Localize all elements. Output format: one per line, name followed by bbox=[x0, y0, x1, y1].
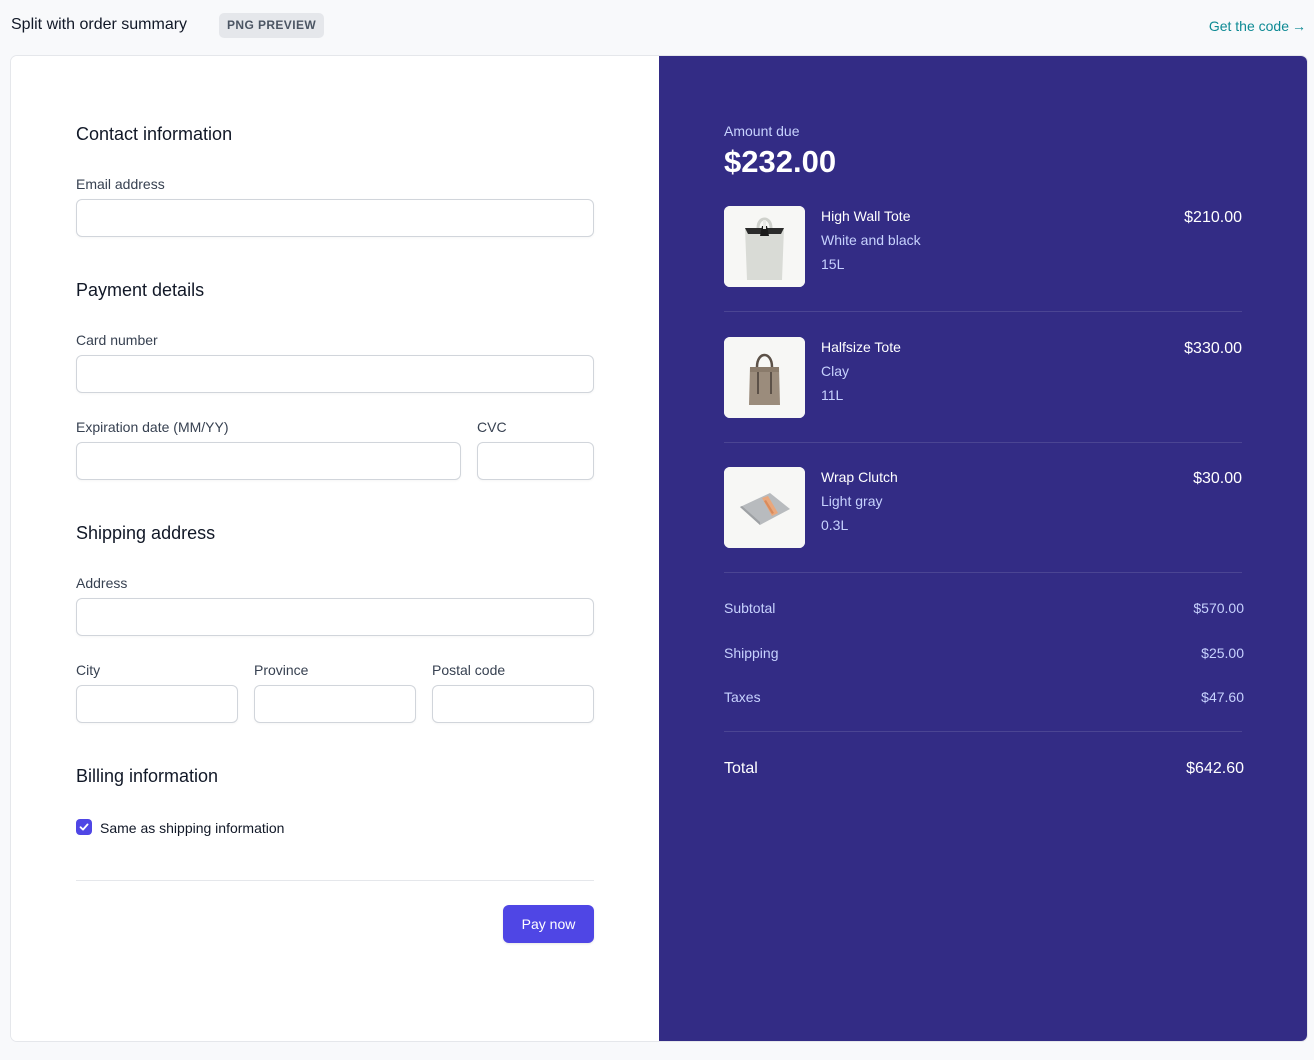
expiration-date-label: Expiration date (MM/YY) bbox=[76, 419, 229, 435]
expiration-date-field[interactable] bbox=[76, 442, 461, 480]
address-field[interactable] bbox=[76, 598, 594, 636]
taxes-value: $47.60 bbox=[1201, 689, 1244, 705]
get-code-label: Get the code bbox=[1208, 18, 1289, 34]
subtotal-value: $570.00 bbox=[1193, 600, 1244, 616]
email-field[interactable] bbox=[76, 199, 594, 237]
amount-due-label: Amount due bbox=[724, 123, 800, 139]
product-image-gray-clutch bbox=[724, 467, 805, 548]
item-divider bbox=[724, 572, 1242, 573]
item-size: 0.3L bbox=[821, 517, 849, 533]
billing-section-title: Billing information bbox=[76, 766, 219, 786]
total-label: Total bbox=[724, 760, 758, 777]
payment-section-title: Payment details bbox=[76, 280, 205, 300]
page-title: Split with order summary bbox=[11, 16, 188, 33]
province-label: Province bbox=[254, 662, 309, 678]
shipping-value: $25.00 bbox=[1201, 645, 1244, 661]
postal-code-field[interactable] bbox=[432, 685, 594, 723]
item-size: 11L bbox=[821, 387, 844, 403]
card-number-label: Card number bbox=[76, 332, 158, 348]
order-summary: Amount due $232.00 High Wall Tote White … bbox=[659, 56, 1307, 1041]
product-image-clay-tote bbox=[724, 337, 805, 418]
top-bar: Split with order summary PNG PREVIEW Get… bbox=[0, 0, 1314, 52]
item-price: $330.00 bbox=[1184, 340, 1242, 357]
taxes-label: Taxes bbox=[724, 689, 761, 705]
list-item: High Wall Tote White and black 15L $210.… bbox=[724, 206, 1242, 287]
get-code-link[interactable]: Get the code → bbox=[1209, 18, 1306, 34]
total-value: $642.60 bbox=[1186, 760, 1244, 777]
amount-due-value: $232.00 bbox=[724, 144, 837, 179]
item-variant: Light gray bbox=[821, 493, 883, 509]
item-variant: White and black bbox=[821, 232, 921, 248]
item-divider bbox=[724, 442, 1242, 443]
same-as-shipping-checkbox[interactable] bbox=[76, 819, 92, 835]
totals-divider bbox=[724, 731, 1242, 732]
province-field[interactable] bbox=[254, 685, 416, 723]
address-label: Address bbox=[76, 575, 128, 591]
pay-now-button[interactable]: Pay now bbox=[503, 905, 594, 943]
clutch-icon bbox=[724, 467, 805, 548]
card-number-field[interactable] bbox=[76, 355, 594, 393]
list-item: Halfsize Tote Clay 11L $330.00 bbox=[724, 337, 1242, 418]
city-label: City bbox=[76, 662, 101, 678]
item-divider bbox=[724, 311, 1242, 312]
product-image-white-tote bbox=[724, 206, 805, 287]
same-as-shipping-label[interactable]: Same as shipping information bbox=[100, 820, 284, 836]
item-size: 15L bbox=[821, 256, 845, 272]
tote-bag-icon bbox=[724, 206, 805, 287]
item-name: Wrap Clutch bbox=[821, 469, 898, 485]
item-name: Halfsize Tote bbox=[821, 339, 901, 355]
checkout-form: Contact information Email address Paymen… bbox=[11, 56, 659, 1041]
item-price: $210.00 bbox=[1184, 209, 1242, 226]
city-field[interactable] bbox=[76, 685, 238, 723]
list-item: Wrap Clutch Light gray 0.3L $30.00 bbox=[724, 467, 1242, 548]
cvc-field[interactable] bbox=[477, 442, 594, 480]
item-variant: Clay bbox=[821, 363, 850, 379]
tote-bag-icon bbox=[724, 337, 805, 418]
checkmark-icon bbox=[79, 823, 89, 831]
arrow-right-icon: → bbox=[1292, 18, 1306, 34]
preview-badge: PNG PREVIEW bbox=[219, 13, 325, 38]
email-label: Email address bbox=[76, 176, 165, 192]
item-name: High Wall Tote bbox=[821, 208, 911, 224]
contact-section-title: Contact information bbox=[76, 124, 233, 144]
form-divider bbox=[76, 880, 594, 881]
item-price: $30.00 bbox=[1193, 470, 1242, 487]
preview-frame: Contact information Email address Paymen… bbox=[10, 55, 1308, 1042]
postal-code-label: Postal code bbox=[432, 662, 506, 678]
cvc-label: CVC bbox=[477, 419, 507, 435]
shipping-label: Shipping bbox=[724, 645, 779, 661]
shipping-section-title: Shipping address bbox=[76, 523, 216, 543]
subtotal-label: Subtotal bbox=[724, 600, 776, 616]
